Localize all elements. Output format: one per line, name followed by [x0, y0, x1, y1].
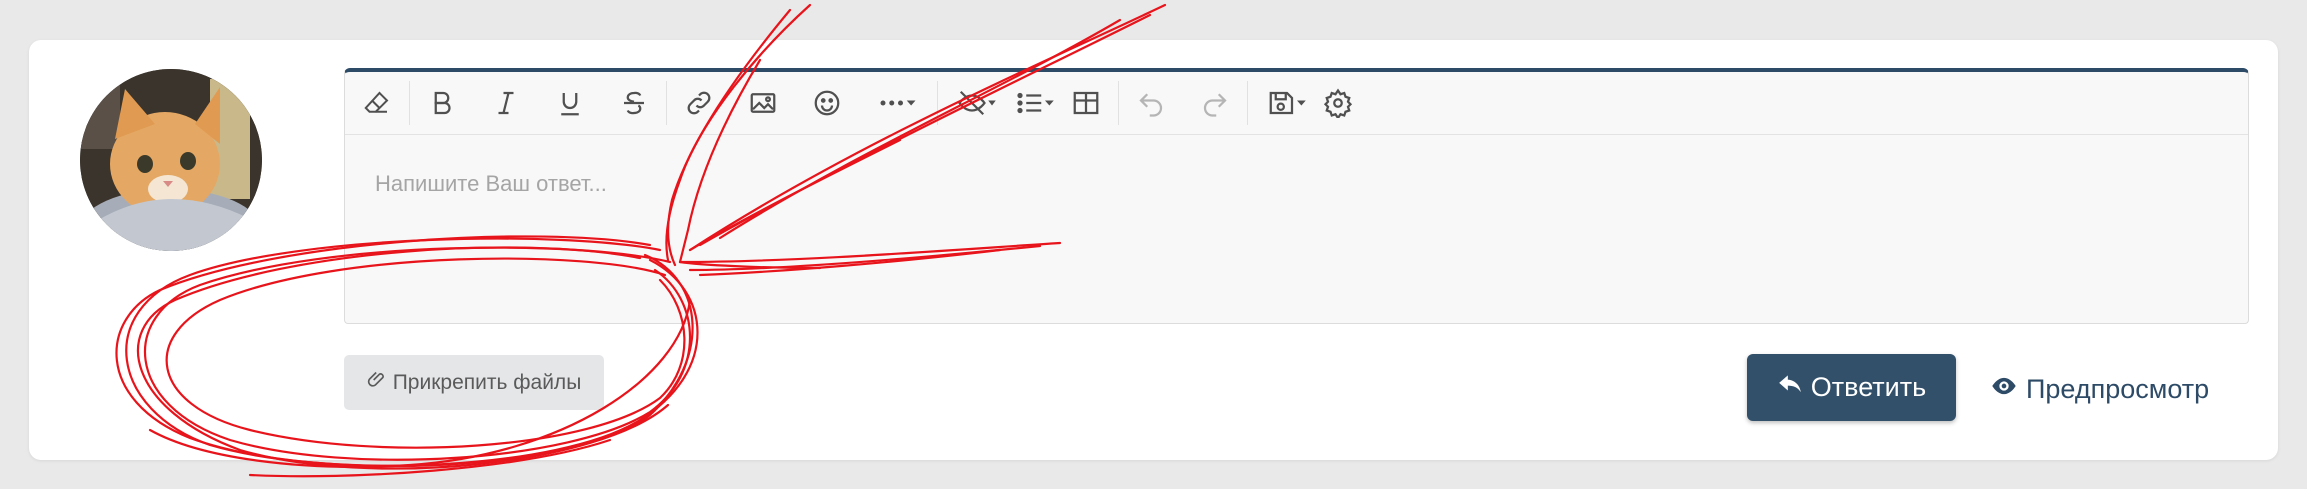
list-icon[interactable]: [1006, 81, 1064, 125]
avatar-cat-image: [80, 69, 262, 251]
attach-files-button[interactable]: Прикрепить файлы: [344, 355, 604, 410]
eye-icon: [1990, 372, 2018, 407]
toolbar-divider: [937, 81, 938, 125]
message-input[interactable]: [375, 171, 2218, 197]
hide-icon[interactable]: [948, 81, 1006, 125]
link-icon[interactable]: [677, 81, 721, 125]
redo-icon[interactable]: [1193, 81, 1237, 125]
preview-button[interactable]: Предпросмотр: [1990, 369, 2209, 409]
table-icon[interactable]: [1064, 81, 1108, 125]
undo-icon[interactable]: [1129, 81, 1173, 125]
strikethrough-icon[interactable]: [612, 81, 656, 125]
settings-icon[interactable]: [1316, 81, 1360, 125]
italic-icon[interactable]: [484, 81, 528, 125]
paperclip-icon: [367, 370, 387, 396]
emoji-icon[interactable]: [805, 81, 849, 125]
editor-toolbar: [345, 72, 2248, 135]
more-options-icon[interactable]: [869, 81, 927, 125]
drafts-icon[interactable]: [1258, 81, 1316, 125]
toolbar-divider: [666, 81, 667, 125]
toolbar-divider: [409, 81, 410, 125]
underline-icon[interactable]: [548, 81, 592, 125]
reply-button[interactable]: Ответить: [1747, 354, 1956, 421]
toolbar-divider: [1118, 81, 1119, 125]
reply-button-label: Ответить: [1810, 372, 1927, 402]
bold-icon[interactable]: [420, 81, 464, 125]
reply-icon: [1777, 371, 1803, 404]
message-editor: [344, 68, 2249, 324]
toolbar-divider: [1247, 81, 1248, 125]
preview-label: Предпросмотр: [2026, 373, 2210, 404]
message-textarea[interactable]: [345, 135, 2248, 323]
attach-files-label: Прикрепить файлы: [392, 370, 582, 394]
image-icon[interactable]: [741, 81, 785, 125]
clear-format-icon[interactable]: [355, 81, 399, 125]
avatar[interactable]: [80, 69, 262, 251]
